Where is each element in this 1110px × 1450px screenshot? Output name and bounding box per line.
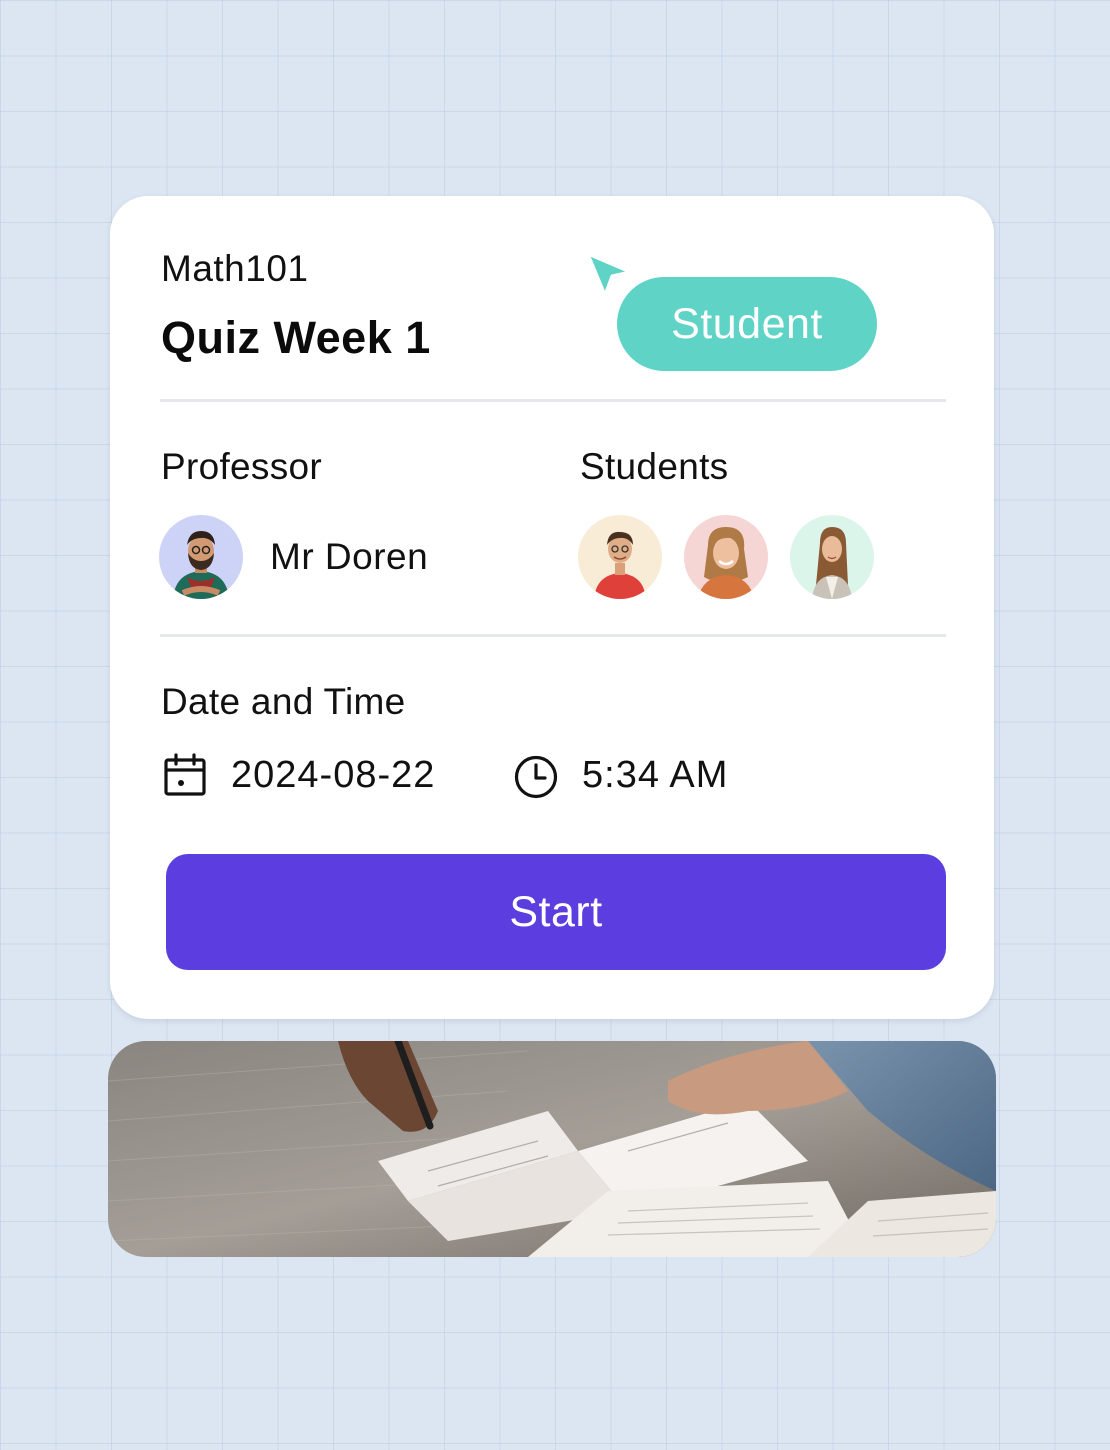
- professor-name: Mr Doren: [270, 536, 429, 577]
- study-photo: [108, 1041, 996, 1257]
- professor-avatar[interactable]: [159, 515, 243, 599]
- clock-icon: [514, 755, 558, 799]
- quiz-title: Quiz Week 1: [161, 312, 431, 363]
- divider: [160, 399, 946, 402]
- calendar-icon: [164, 753, 206, 796]
- student-avatar-1[interactable]: [578, 515, 662, 599]
- quiz-time: 5:34 AM: [582, 754, 729, 796]
- start-button[interactable]: Start: [166, 854, 946, 970]
- course-name: Math101: [161, 248, 309, 289]
- student-avatar-2[interactable]: [684, 515, 768, 599]
- quiz-date: 2024-08-22: [231, 754, 436, 796]
- cursor-pointer-icon: [586, 252, 632, 297]
- role-badge[interactable]: Student: [617, 277, 877, 371]
- divider: [160, 634, 946, 637]
- student-avatar-3[interactable]: [790, 515, 874, 599]
- students-label: Students: [580, 446, 729, 487]
- date-time-label: Date and Time: [161, 681, 406, 722]
- professor-label: Professor: [161, 446, 323, 487]
- quiz-card: Math101 Quiz Week 1 Student Professor St…: [110, 196, 994, 1019]
